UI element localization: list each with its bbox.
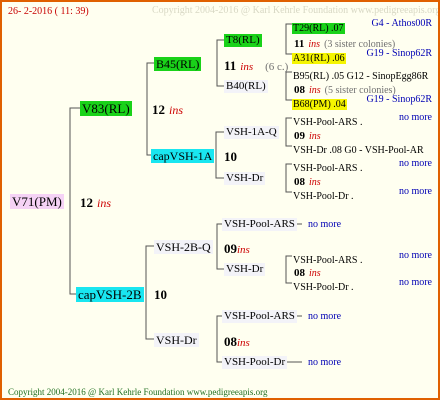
gen4-entry[interactable]: B95(RL) .05 G12 - SinopEgg86R bbox=[292, 67, 429, 83]
gen4-entry-right: no more bbox=[398, 112, 432, 123]
vsh-dr-gen2-count: 08 bbox=[224, 334, 237, 349]
watermark-top: Copyright 2004-2016 @ Karl Kehrle Founda… bbox=[152, 5, 440, 16]
node-b45-name: B45(RL) bbox=[156, 57, 200, 71]
v83-count: 12 bbox=[152, 102, 165, 117]
pedigree-frame: 26- 2-2016 ( 11: 39) Copyright 2004-2016… bbox=[0, 0, 440, 400]
node-vsh-dr-gen2[interactable]: VSH-Dr bbox=[154, 333, 199, 347]
gen4-entry[interactable]: VSH-Pool-Dr . bbox=[292, 278, 355, 294]
node-b40-name: B40(RL) bbox=[226, 80, 266, 92]
node-pool-dr[interactable]: VSH-Pool-Dr bbox=[222, 356, 288, 369]
b45-tag: ins bbox=[240, 61, 254, 73]
gen4-entry-right: G19 - Sinop62R bbox=[366, 48, 432, 59]
node-capvsh-2b[interactable]: capVSH-2B bbox=[76, 287, 144, 302]
gen4-entry-name: VSH-Dr .08 G0 - VSH-Pool-AR bbox=[293, 145, 424, 156]
capvsh-2b-count: 10 bbox=[154, 287, 167, 302]
gen4-entry[interactable]: VSH-Dr .08 G0 - VSH-Pool-AR bbox=[292, 141, 425, 157]
vsh-dr-gen2-count-group: 08ins bbox=[224, 334, 250, 350]
node-capvsh-2b-name: capVSH-2B bbox=[78, 287, 142, 302]
node-v83-name: V83(RL) bbox=[82, 101, 130, 116]
vsh-dr-gen2-tag: ins bbox=[237, 337, 250, 349]
root-count: 12 bbox=[80, 195, 93, 210]
vsh-2b-q-tag: ins bbox=[237, 244, 250, 256]
node-capvsh-1a[interactable]: capVSH-1A bbox=[151, 149, 215, 163]
pool-ars-1-nomore: no more bbox=[308, 219, 342, 230]
gen4-entry-right: no more bbox=[398, 277, 432, 288]
v83-count-group: 12 ins bbox=[152, 102, 183, 118]
gen4-entry[interactable]: VSH-Pool-ARS . bbox=[292, 113, 363, 129]
node-pool-ars-1[interactable]: VSH-Pool-ARS bbox=[222, 218, 297, 231]
gen4-entry-name: B95(RL) .05 G12 - SinopEgg86R bbox=[293, 71, 429, 82]
gen4-entry[interactable]: VSH-Pool-Dr . bbox=[292, 187, 355, 203]
gen4-entry[interactable]: A31(RL) .06 bbox=[292, 49, 346, 65]
gen4-entry-name: VSH-Pool-ARS . bbox=[293, 117, 363, 128]
pool-ars-2-nomore: no more bbox=[308, 311, 342, 322]
gen4-entry[interactable]: B68(PM) .04 bbox=[292, 95, 347, 111]
gen4-entry-right: G4 - Athos00R bbox=[371, 18, 432, 29]
node-t8-name: T8(RL) bbox=[226, 34, 260, 46]
node-pool-dr-name: VSH-Pool-Dr bbox=[224, 356, 286, 368]
pedigree-connector-lines bbox=[69, 23, 302, 363]
gen4-entry-name: A31(RL) .06 bbox=[292, 53, 346, 64]
gen4-entry-right: no more bbox=[398, 158, 432, 169]
vsh-2b-q-count: 09 bbox=[224, 241, 237, 256]
gen4-entry[interactable]: VSH-Pool-ARS . bbox=[292, 251, 363, 267]
pool-dr-nomore: no more bbox=[308, 357, 342, 368]
node-pool-ars-1-name: VSH-Pool-ARS bbox=[224, 218, 295, 230]
gen4-entry-right: no more bbox=[398, 250, 432, 261]
node-vsh-dr-2[interactable]: VSH-Dr bbox=[224, 263, 266, 276]
gen4-entry-right: G19 - Sinop62R bbox=[366, 94, 432, 105]
node-vsh-2b-q-name: VSH-2B-Q bbox=[156, 240, 211, 254]
node-t8[interactable]: T8(RL) bbox=[224, 34, 262, 47]
root-name: V71(PM) bbox=[12, 194, 62, 209]
gen4-entry-name: VSH-Pool-Dr . bbox=[293, 191, 354, 202]
root-tag: ins bbox=[97, 196, 112, 210]
gen4-entry-name: VSH-Pool-ARS . bbox=[293, 255, 363, 266]
gen4-entry-name: VSH-Pool-Dr . bbox=[293, 282, 354, 293]
gen4-entry-name: VSH-Pool-ARS . bbox=[293, 163, 363, 174]
gen4-entry-name: B68(PM) .04 bbox=[292, 99, 347, 110]
b45-count-group: 11 ins (6 c.) bbox=[224, 58, 288, 74]
vsh-2b-q-count-group: 09ins bbox=[224, 241, 250, 257]
node-v83[interactable]: V83(RL) bbox=[80, 101, 132, 116]
node-vsh-dr-1-name: VSH-Dr bbox=[226, 172, 264, 184]
gen4-entry[interactable]: VSH-Pool-ARS . bbox=[292, 159, 363, 175]
v83-tag: ins bbox=[169, 103, 184, 117]
node-vsh-2b-q[interactable]: VSH-2B-Q bbox=[154, 240, 213, 254]
b45-count: 11 bbox=[224, 58, 237, 73]
node-b40[interactable]: B40(RL) bbox=[224, 80, 268, 93]
node-vsh-1a-q[interactable]: VSH-1A-Q bbox=[224, 126, 279, 139]
footer-copyright: Copyright 2004-2016 @ Karl Kehrle Founda… bbox=[8, 387, 268, 397]
node-pool-ars-2[interactable]: VSH-Pool-ARS bbox=[222, 310, 297, 323]
gen4-entry-right: no more bbox=[398, 186, 432, 197]
timestamp-header: 26- 2-2016 ( 11: 39) bbox=[8, 6, 89, 17]
gen4-entry[interactable]: T29(RL) .07 bbox=[292, 19, 345, 35]
node-vsh-dr-gen2-name: VSH-Dr bbox=[156, 333, 197, 347]
node-capvsh-1a-name: capVSH-1A bbox=[153, 149, 213, 163]
root-node[interactable]: V71(PM) bbox=[10, 194, 64, 209]
root-count-group: 12 ins bbox=[80, 195, 111, 211]
node-vsh-1a-q-name: VSH-1A-Q bbox=[226, 126, 277, 138]
node-pool-ars-2-name: VSH-Pool-ARS bbox=[224, 310, 295, 322]
node-vsh-dr-2-name: VSH-Dr bbox=[226, 263, 264, 275]
node-vsh-dr-1[interactable]: VSH-Dr bbox=[224, 172, 266, 185]
node-b45[interactable]: B45(RL) bbox=[154, 57, 202, 71]
capvsh-1a-count: 10 bbox=[224, 149, 237, 164]
b45-note: (6 c.) bbox=[265, 61, 289, 73]
gen4-entry-name: T29(RL) .07 bbox=[292, 23, 345, 34]
